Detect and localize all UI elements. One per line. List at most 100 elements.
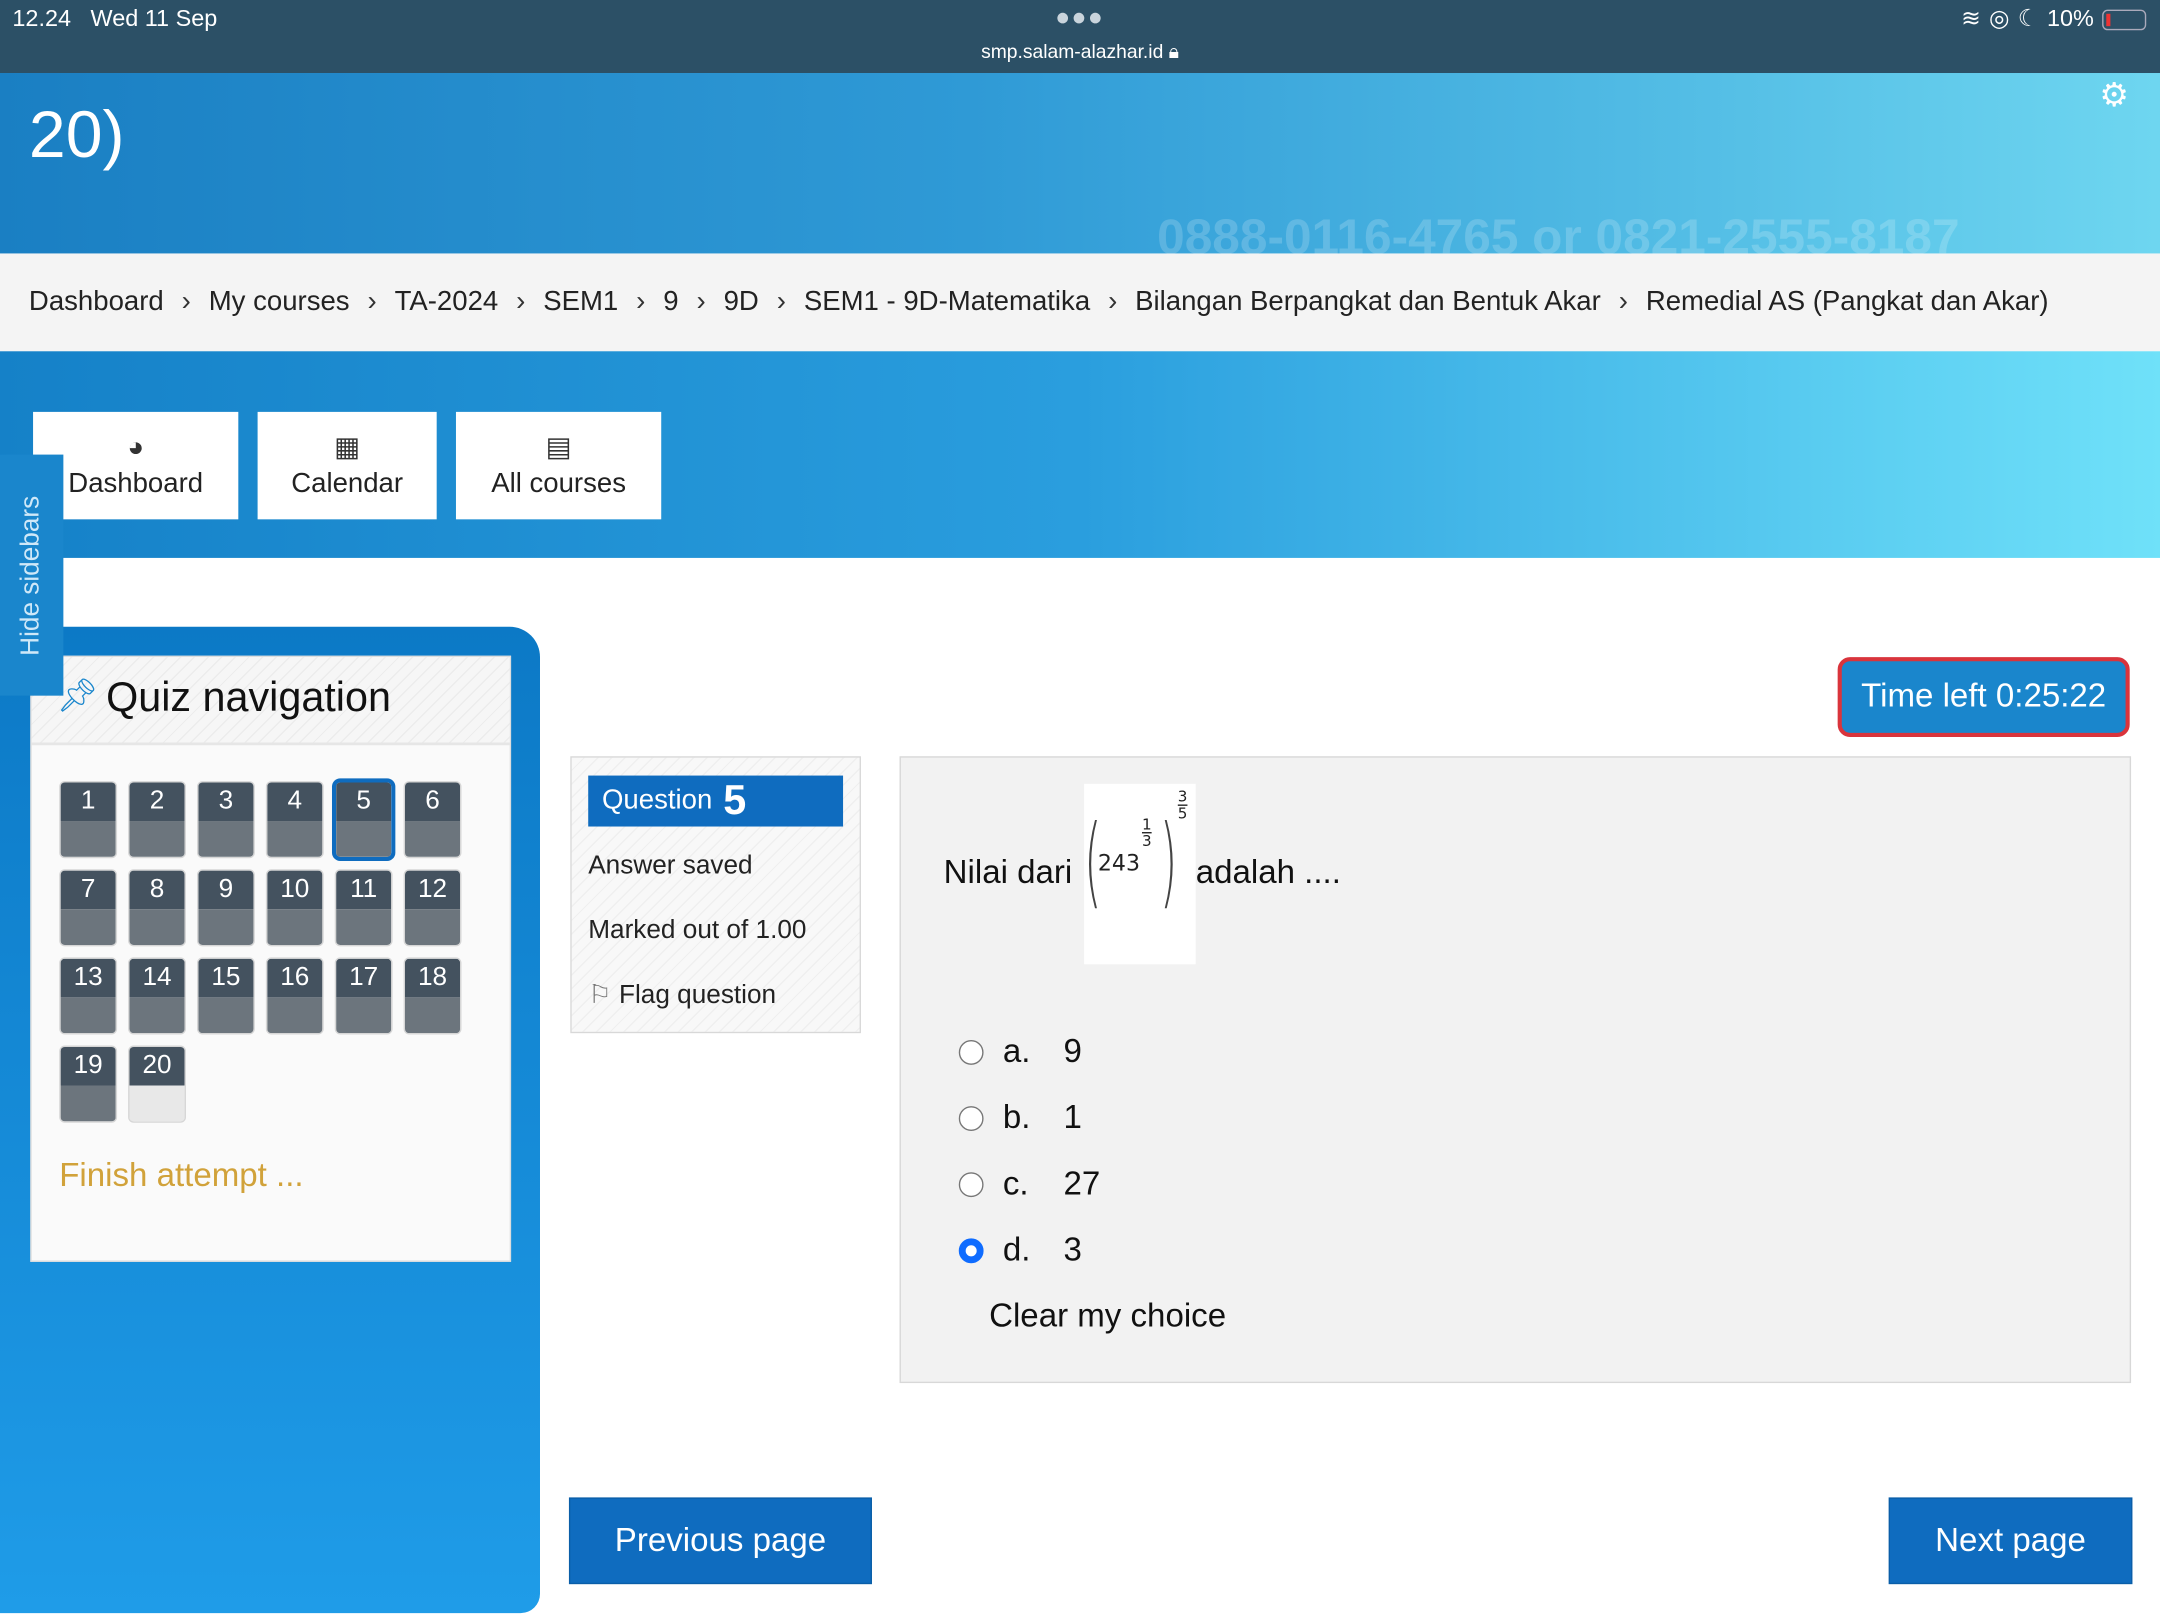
option-letter: a. bbox=[1002, 1033, 1031, 1071]
breadcrumb-item[interactable]: Dashboard bbox=[29, 287, 164, 319]
option-value: 1 bbox=[1063, 1099, 1082, 1137]
question-number: 17 bbox=[336, 958, 392, 998]
question-number: 3 bbox=[198, 782, 254, 822]
book-icon: ▤ bbox=[545, 431, 572, 463]
banner-background-text: 0888-0116-4765 or 0821-2555-8187 bbox=[1157, 208, 1960, 254]
gear-icon[interactable]: ⚙ bbox=[2099, 76, 2129, 116]
chevron-right-icon: › bbox=[1618, 286, 1628, 317]
chevron-right-icon: › bbox=[636, 286, 646, 317]
quiz-nav-question-10[interactable]: 10 bbox=[267, 870, 323, 945]
radio-button[interactable] bbox=[958, 1106, 984, 1131]
url-display[interactable]: smp.salam-alazhar.id 🔒︎ bbox=[0, 40, 2160, 63]
question-number: 9 bbox=[198, 870, 254, 910]
question-status-fill bbox=[267, 997, 323, 1034]
breadcrumb-item[interactable]: 9 bbox=[663, 287, 678, 319]
breadcrumb-item[interactable]: SEM1 bbox=[543, 287, 618, 319]
all-courses-label: All courses bbox=[491, 467, 626, 498]
dashboard-label: Dashboard bbox=[68, 467, 204, 498]
quiz-nav-question-17[interactable]: 17 bbox=[336, 958, 392, 1034]
breadcrumb: Dashboard › My courses › TA-2024 › SEM1 › 9 › 9D › S… bbox=[0, 253, 2160, 352]
question-number: 20 bbox=[129, 1046, 185, 1086]
quiz-nav-question-9[interactable]: 9 bbox=[198, 870, 254, 945]
question-status-fill bbox=[198, 909, 254, 945]
calendar-label: Calendar bbox=[291, 467, 404, 498]
question-number: 1 bbox=[60, 782, 116, 822]
question-number: 19 bbox=[60, 1046, 116, 1086]
quiz-nav-question-1[interactable]: 1 bbox=[60, 782, 116, 857]
quiz-nav-question-6[interactable]: 6 bbox=[404, 782, 461, 857]
breadcrumb-item[interactable]: 9D bbox=[724, 287, 759, 319]
quiz-navigation-header: 📌︎ Quiz navigation bbox=[31, 657, 510, 746]
quiz-nav-question-3[interactable]: 3 bbox=[198, 782, 254, 857]
radio-button[interactable] bbox=[958, 1238, 984, 1264]
option-letter: d. bbox=[1002, 1231, 1031, 1269]
quiz-nav-question-19[interactable]: 19 bbox=[60, 1046, 116, 1122]
option-value: 3 bbox=[1063, 1231, 1082, 1269]
breadcrumb-item[interactable]: Bilangan Berpangkat dan Bentuk Akar bbox=[1135, 287, 1601, 319]
quiz-nav-question-12[interactable]: 12 bbox=[404, 870, 461, 945]
chevron-right-icon: › bbox=[516, 286, 526, 317]
question-number: 11 bbox=[336, 870, 392, 910]
question-number: 6 bbox=[404, 782, 461, 822]
quiz-nav-question-13[interactable]: 13 bbox=[60, 958, 116, 1034]
status-icons: ≋ ◎ ☾ 10% bbox=[1961, 5, 2147, 34]
breadcrumb-item[interactable]: TA-2024 bbox=[395, 287, 499, 319]
question-number: 16 bbox=[267, 958, 323, 998]
all-courses-button[interactable]: ▤ All courses bbox=[455, 411, 662, 520]
breadcrumb-item[interactable]: SEM1 - 9D-Matematika bbox=[804, 287, 1090, 319]
option-letter: b. bbox=[1002, 1099, 1031, 1137]
flag-icon: ⚐ bbox=[588, 980, 612, 1010]
dashboard-gauge-icon: ◕ bbox=[127, 431, 145, 463]
previous-page-button[interactable]: Previous page bbox=[570, 1498, 871, 1583]
quiz-nav-question-11[interactable]: 11 bbox=[336, 870, 392, 945]
finish-attempt-link[interactable]: Finish attempt ... bbox=[59, 1157, 303, 1196]
next-page-button[interactable]: Next page bbox=[1889, 1498, 2132, 1583]
clear-my-choice-link[interactable]: Clear my choice bbox=[989, 1298, 1226, 1337]
question-number: 10 bbox=[267, 870, 323, 910]
question-status-fill bbox=[129, 1085, 185, 1122]
option-value: 9 bbox=[1063, 1033, 1082, 1071]
dashboard-button[interactable]: ◕ Dashboard bbox=[33, 411, 239, 520]
answer-option-d[interactable]: d. 3 bbox=[958, 1231, 1082, 1271]
question-marks: Marked out of 1.00 bbox=[588, 916, 807, 945]
calendar-button[interactable]: ▦ Calendar bbox=[257, 411, 437, 520]
flag-question-button[interactable]: ⚐ Flag question bbox=[588, 979, 776, 1011]
answer-option-b[interactable]: b. 1 bbox=[958, 1099, 1082, 1138]
breadcrumb-item[interactable]: My courses bbox=[209, 287, 350, 319]
question-prefix: Nilai dari bbox=[943, 854, 1073, 892]
hide-sidebars-button[interactable]: Hide sidebars bbox=[0, 454, 64, 696]
quiz-nav-question-20[interactable]: 20 bbox=[129, 1046, 185, 1122]
quiz-nav-question-14[interactable]: 14 bbox=[129, 958, 185, 1034]
wifi-icon: ≋ bbox=[1961, 5, 1981, 32]
battery-icon bbox=[2102, 8, 2147, 30]
more-dots-icon[interactable]: ●●● bbox=[1055, 3, 1104, 32]
option-value: 27 bbox=[1063, 1165, 1101, 1203]
question-status-fill bbox=[129, 909, 185, 945]
radio-button[interactable] bbox=[958, 1172, 984, 1198]
question-number-label: Question 5 bbox=[588, 775, 844, 827]
radio-button[interactable] bbox=[958, 1040, 984, 1065]
quiz-nav-question-5[interactable]: 5 bbox=[336, 782, 392, 857]
hide-sidebars-label: Hide sidebars bbox=[16, 495, 46, 656]
quiz-nav-question-16[interactable]: 16 bbox=[267, 958, 323, 1034]
math-expression-image: ( 243 13 ) 35 bbox=[1084, 783, 1196, 965]
quiz-nav-question-2[interactable]: 2 bbox=[129, 782, 185, 857]
answer-option-c[interactable]: c. 27 bbox=[958, 1165, 1101, 1204]
question-status-fill bbox=[60, 1085, 116, 1122]
question-status-fill bbox=[129, 997, 185, 1034]
breadcrumb-item[interactable]: Remedial AS (Pangkat dan Akar) bbox=[1646, 287, 2049, 319]
question-status-fill bbox=[60, 909, 116, 945]
quiz-nav-question-15[interactable]: 15 bbox=[198, 958, 254, 1034]
question-status-fill bbox=[129, 821, 185, 857]
answer-option-a[interactable]: a. 9 bbox=[958, 1033, 1082, 1072]
moon-icon: ☾ bbox=[2017, 5, 2039, 32]
quiz-nav-question-4[interactable]: 4 bbox=[267, 782, 323, 857]
quiz-nav-question-8[interactable]: 8 bbox=[129, 870, 185, 945]
question-status-fill bbox=[404, 997, 461, 1034]
quiz-nav-question-18[interactable]: 18 bbox=[404, 958, 461, 1034]
quiz-nav-question-7[interactable]: 7 bbox=[60, 870, 116, 945]
question-number: 13 bbox=[60, 958, 116, 998]
outer-exponent: 35 bbox=[1177, 787, 1188, 823]
status-bar: 12.24 Wed 11 Sep ●●● smp.salam-alazhar.i… bbox=[0, 0, 2160, 74]
option-letter: c. bbox=[1002, 1165, 1029, 1203]
